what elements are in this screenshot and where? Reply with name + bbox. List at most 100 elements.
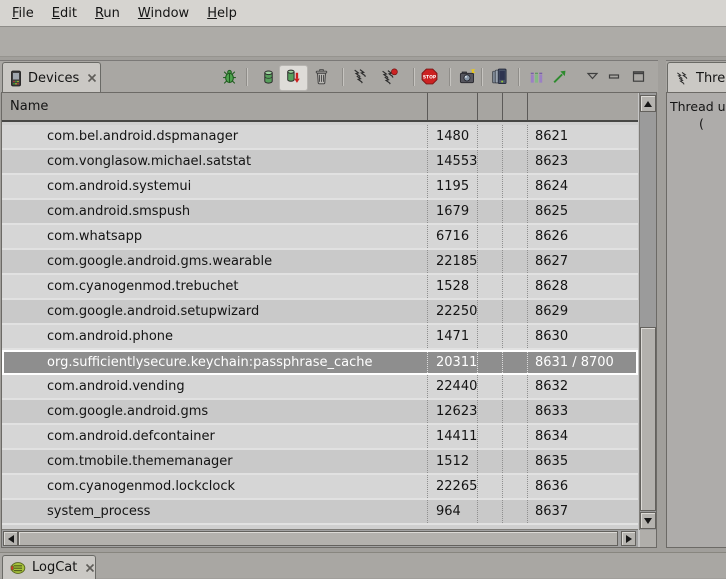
- update-heap-icon: [260, 68, 277, 85]
- cell-empty: [478, 425, 503, 448]
- cause-gc-button[interactable]: [313, 68, 330, 85]
- devices-tabstrip: Devices STOP: [0, 60, 658, 93]
- cell-empty: [503, 250, 528, 273]
- menu-help[interactable]: Help: [198, 0, 246, 26]
- stop-process-button[interactable]: STOP: [421, 68, 438, 85]
- tab-logcat[interactable]: LogCat: [2, 555, 96, 579]
- cell-process-name: com.vonglasow.michael.satstat: [2, 150, 428, 173]
- cell-empty: [478, 300, 503, 323]
- cell-empty: [503, 300, 528, 323]
- up-arrow-icon: [644, 101, 652, 107]
- table-row[interactable]: com.cyanogenmod.trebuchet15288628: [2, 275, 638, 300]
- update-heap-button[interactable]: [260, 68, 277, 85]
- view-hierarchy-button[interactable]: [491, 68, 508, 85]
- cell-empty: [478, 325, 503, 348]
- cell-pid: 1528: [428, 275, 478, 298]
- start-arrow-icon: [551, 68, 568, 85]
- table-row[interactable]: com.tmobile.thememanager15128635: [2, 450, 638, 475]
- column-header-port[interactable]: [528, 93, 638, 120]
- cell-port: 8636: [528, 475, 638, 498]
- logcat-icon: [10, 561, 26, 575]
- system-info-button[interactable]: [528, 68, 545, 85]
- menu-window[interactable]: Window: [129, 0, 198, 26]
- menu-file[interactable]: File: [3, 0, 43, 26]
- table-row[interactable]: com.android.defcontainer144118634: [2, 425, 638, 450]
- table-row[interactable]: com.google.android.gms126238633: [2, 400, 638, 425]
- cell-port: 8627: [528, 250, 638, 273]
- cell-port: 8630: [528, 325, 638, 348]
- devices-panel: Devices STOP: [0, 60, 658, 548]
- table-row[interactable]: com.bel.android.dspmanager14808621: [2, 125, 638, 150]
- cell-pid: 1512: [428, 450, 478, 473]
- vertical-scrollbar[interactable]: [639, 93, 656, 530]
- start-method-profiling-button[interactable]: [381, 68, 398, 85]
- menu-edit-mnemonic: E: [52, 6, 60, 21]
- tab-logcat-close-icon[interactable]: [85, 563, 95, 573]
- scroll-right-button[interactable]: [621, 531, 636, 546]
- debug-bug-icon: [221, 68, 238, 85]
- threads-tabstrip: Threads: [666, 60, 726, 93]
- cell-empty: [503, 125, 528, 148]
- cell-pid: 22265: [428, 475, 478, 498]
- cell-empty: [478, 450, 503, 473]
- cell-pid: 1471: [428, 325, 478, 348]
- minimize-button[interactable]: [608, 70, 621, 83]
- toolbar-separator: [413, 68, 414, 86]
- scrollbar-corner: [640, 530, 656, 547]
- cell-pid: 1195: [428, 175, 478, 198]
- method-profiling-icon: [381, 68, 398, 85]
- menu-run-rest: un: [103, 6, 119, 21]
- table-row[interactable]: com.android.vending224408632: [2, 375, 638, 400]
- cell-process-name: com.google.android.setupwizard: [2, 300, 428, 323]
- cell-port: 8633: [528, 400, 638, 423]
- scroll-left-button[interactable]: [3, 531, 18, 546]
- table-row[interactable]: com.android.phone14718630: [2, 325, 638, 350]
- vertical-scroll-thumb[interactable]: [640, 327, 656, 511]
- cell-pid: 22440: [428, 375, 478, 398]
- column-header-pid[interactable]: [428, 93, 478, 120]
- table-row[interactable]: com.google.android.gms.wearable221858627: [2, 250, 638, 275]
- table-row[interactable]: com.android.smspush16798625: [2, 200, 638, 225]
- cell-process-name: system_process: [2, 500, 428, 523]
- tab-threads[interactable]: Threads: [667, 62, 726, 93]
- menu-run[interactable]: Run: [86, 0, 129, 26]
- threads-message-line2: (: [670, 115, 726, 132]
- column-header-3[interactable]: [478, 93, 503, 120]
- dump-hprof-button[interactable]: [284, 68, 301, 85]
- view-hierarchy-icon: [491, 68, 508, 85]
- system-info-icon: [528, 68, 545, 85]
- table-row[interactable]: com.google.android.setupwizard222508629: [2, 300, 638, 325]
- devices-table: Name com.bel.android.dspmanager14808621c…: [1, 92, 657, 548]
- maximize-button[interactable]: [632, 70, 645, 83]
- threads-icon: [675, 71, 690, 86]
- horizontal-scrollbar[interactable]: [2, 529, 638, 547]
- cell-empty: [503, 200, 528, 223]
- column-header-name[interactable]: Name: [2, 93, 428, 120]
- table-row[interactable]: system_process9648637: [2, 500, 638, 525]
- table-row[interactable]: com.cyanogenmod.lockclock222658636: [2, 475, 638, 500]
- tab-devices-close-icon[interactable]: [87, 73, 97, 83]
- table-row-selected[interactable]: org.sufficientlysecure.keychain:passphra…: [2, 350, 638, 375]
- cell-empty: [503, 400, 528, 423]
- debug-process-button[interactable]: [221, 68, 238, 85]
- menu-edit[interactable]: Edit: [43, 0, 86, 26]
- minimize-icon: [608, 70, 621, 83]
- cell-empty: [478, 475, 503, 498]
- tab-devices[interactable]: Devices: [2, 62, 101, 93]
- screen-capture-button[interactable]: [459, 68, 476, 85]
- update-threads-button[interactable]: [352, 68, 369, 85]
- stop-label: STOP: [423, 74, 437, 80]
- start-button[interactable]: [551, 68, 568, 85]
- scroll-up-button[interactable]: [640, 95, 656, 112]
- table-row[interactable]: com.whatsapp67168626: [2, 225, 638, 250]
- table-row[interactable]: com.vonglasow.michael.satstat145538623: [2, 150, 638, 175]
- column-header-4[interactable]: [503, 93, 528, 120]
- horizontal-scroll-thumb[interactable]: [18, 531, 618, 546]
- view-menu-button[interactable]: [586, 70, 599, 83]
- scroll-down-button[interactable]: [640, 512, 656, 529]
- menu-window-rest: indow: [150, 6, 189, 21]
- table-row[interactable]: com.android.systemui11958624: [2, 175, 638, 200]
- logcat-panel: LogCat: [0, 552, 726, 578]
- cell-port: 8634: [528, 425, 638, 448]
- cell-port: 8621: [528, 125, 638, 148]
